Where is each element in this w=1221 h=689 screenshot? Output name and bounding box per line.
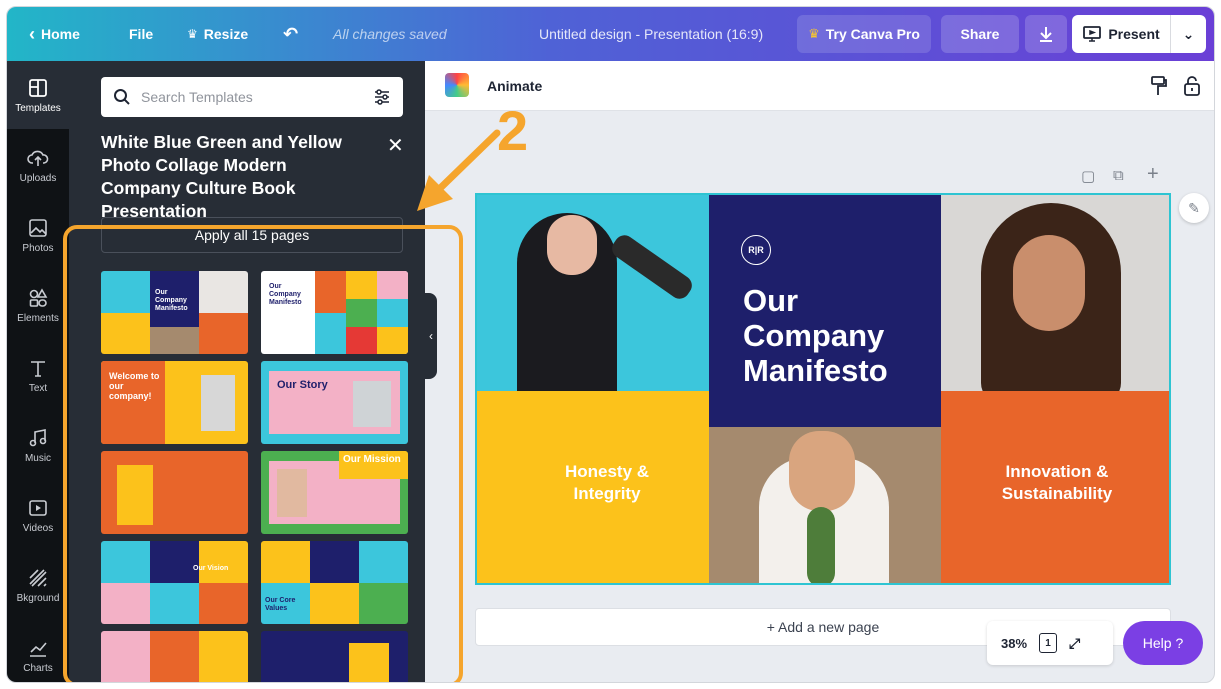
background-icon — [29, 568, 47, 587]
page-count-icon[interactable]: 1 — [1039, 633, 1058, 653]
video-icon — [29, 499, 47, 516]
annotation-highlight — [63, 225, 463, 682]
template-title: White Blue Green and Yellow Photo Collag… — [101, 132, 342, 221]
annotation-step-number: 2 — [497, 99, 529, 162]
search-icon — [114, 89, 130, 105]
filter-icon[interactable] — [373, 88, 391, 106]
annotation-arrow — [417, 129, 501, 211]
present-button[interactable]: Present — [1072, 15, 1170, 53]
file-menu[interactable]: File — [129, 7, 153, 61]
photo-man-cactus[interactable] — [709, 427, 941, 583]
slide-canvas[interactable]: R|R Our Company Manifesto Honesty & Inte… — [475, 193, 1171, 585]
honesty-text[interactable]: Honesty & Integrity — [557, 461, 657, 505]
icon-rail: Templates Uploads Photos Elements Text M… — [7, 61, 69, 682]
charts-icon — [30, 641, 47, 657]
present-options-button[interactable]: ⌄ — [1170, 15, 1206, 53]
help-button[interactable]: Help ? — [1123, 621, 1203, 665]
lock-icon[interactable] — [1182, 75, 1202, 97]
chevron-down-icon: ⌄ — [1182, 25, 1195, 42]
templates-icon — [29, 78, 47, 97]
save-status: All changes saved — [333, 26, 447, 42]
crown-icon: ♛ — [187, 27, 198, 41]
honesty-block: Honesty & Integrity — [477, 391, 709, 583]
duplicate-icon[interactable]: ⧉ — [1113, 167, 1124, 184]
fullscreen-icon[interactable]: ⤢ — [1069, 635, 1080, 652]
paint-roller-icon[interactable] — [1148, 75, 1170, 97]
rail-text[interactable]: Text — [7, 341, 69, 409]
present-icon — [1083, 26, 1102, 42]
photo-woman-left[interactable] — [477, 195, 709, 391]
add-icon[interactable]: + — [1147, 163, 1159, 186]
rail-uploads[interactable]: Uploads — [7, 131, 69, 199]
search-input[interactable]: Search Templates — [101, 77, 403, 117]
download-icon — [1040, 27, 1052, 42]
photos-icon — [29, 218, 47, 237]
innovation-text[interactable]: Innovation & Sustainability — [981, 461, 1133, 505]
undo-icon[interactable]: ↶ — [283, 7, 298, 61]
design-title[interactable]: Untitled design - Presentation (16:9) — [539, 7, 763, 61]
upload-icon — [27, 150, 49, 166]
crown-icon: ♛ — [808, 26, 820, 41]
share-button[interactable]: Share — [941, 15, 1019, 53]
resize-button[interactable]: ♛ Resize — [187, 7, 248, 61]
note-icon[interactable]: ▢ — [1081, 167, 1095, 185]
rail-elements[interactable]: Elements — [7, 271, 69, 339]
editor-toolbar: Animate — [425, 61, 1214, 111]
slide-heading[interactable]: Our Company Manifesto — [743, 283, 923, 388]
elements-icon — [29, 287, 48, 307]
comment-icon[interactable]: ✎ — [1179, 193, 1209, 223]
rail-photos[interactable]: Photos — [7, 201, 69, 269]
zoom-level[interactable]: 38% — [1001, 636, 1027, 651]
rail-videos[interactable]: Videos — [7, 481, 69, 549]
canva-editor-window: ‹ Home File ♛ Resize ↶ All changes saved… — [6, 6, 1215, 683]
brand-logo: R|R — [741, 235, 771, 265]
innovation-block: Innovation & Sustainability — [941, 391, 1169, 583]
text-icon — [31, 360, 45, 377]
rail-charts[interactable]: Charts — [7, 621, 69, 682]
try-pro-button[interactable]: ♛ Try Canva Pro — [797, 15, 931, 53]
zoom-control: 38% 1 ⤢ — [987, 621, 1113, 665]
title-block: R|R Our Company Manifesto — [709, 195, 941, 427]
rail-templates[interactable]: Templates — [7, 61, 69, 129]
top-bar: ‹ Home File ♛ Resize ↶ All changes saved… — [7, 7, 1214, 61]
music-icon — [29, 428, 47, 446]
chevron-left-icon: ‹ — [29, 23, 35, 44]
home-button[interactable]: ‹ Home — [29, 7, 80, 61]
close-icon[interactable]: ✕ — [387, 133, 404, 158]
color-picker-icon[interactable] — [445, 73, 469, 97]
rail-background[interactable]: Bkground — [7, 551, 69, 619]
download-button[interactable] — [1025, 15, 1067, 53]
photo-woman-right[interactable] — [941, 195, 1169, 391]
rail-music[interactable]: Music — [7, 411, 69, 479]
